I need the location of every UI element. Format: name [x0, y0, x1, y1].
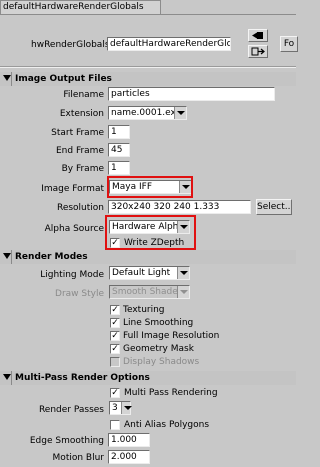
geometry-mask-label: Geometry Mask [123, 344, 194, 354]
texturing-checkbox[interactable]: ✓ [110, 305, 120, 315]
section-divider [11, 250, 12, 264]
display-shadows-label: Display Shadows [123, 357, 200, 367]
section-render-modes[interactable]: Render Modes [0, 250, 296, 264]
arrow-in-icon [252, 32, 263, 39]
load-attributes-button[interactable] [248, 29, 268, 42]
section-multi-pass-render-options[interactable]: Multi-Pass Render Options [0, 371, 296, 385]
extension-value: name.0001.ext [111, 108, 180, 118]
render-passes-value: 3 [112, 403, 118, 413]
section-title: Multi-Pass Render Options [15, 373, 150, 383]
section-divider [11, 371, 12, 385]
collapse-triangle-icon[interactable] [3, 374, 11, 380]
extension-dropdown[interactable]: name.0001.ext [108, 106, 187, 120]
full-image-resolution-checkbox[interactable]: ✓ [110, 331, 120, 341]
by-frame-label: By Frame [61, 164, 104, 174]
chevron-down-icon [121, 402, 132, 414]
draw-style-dropdown: Smooth Shaded [109, 285, 190, 299]
collapse-triangle-icon[interactable] [3, 75, 11, 81]
tab-strip: defaultHardwareRenderGlobals [0, 0, 296, 14]
geometry-mask-checkbox[interactable]: ✓ [110, 344, 120, 354]
anti-alias-polygons-label: Anti Alias Polygons [124, 420, 210, 430]
resolution-select-button[interactable]: Select... [256, 199, 292, 215]
anti-alias-polygons-checkbox[interactable] [110, 420, 120, 430]
edge-smoothing-label: Edge Smoothing [29, 436, 104, 446]
focus-button[interactable]: Fo [280, 36, 298, 52]
section-image-output-files[interactable]: Image Output Files [0, 72, 296, 86]
section-title: Image Output Files [15, 74, 112, 84]
draw-style-value: Smooth Shaded [112, 287, 184, 297]
end-frame-label: End Frame [55, 146, 104, 156]
end-frame-field[interactable]: 45 [108, 143, 130, 157]
extension-label: Extension [59, 109, 104, 119]
highlight-box [107, 176, 193, 198]
divider [0, 67, 296, 68]
resolution-field[interactable]: 320x240 320 240 1.333 [108, 200, 251, 214]
lighting-mode-label: Lighting Mode [40, 270, 104, 280]
node-name-field[interactable]: defaultHardwareRenderGlobals [107, 37, 231, 51]
lighting-mode-value: Default Light [112, 268, 171, 278]
edge-smoothing-field[interactable]: 1.000 [108, 433, 150, 447]
copy-tab-button[interactable] [248, 45, 268, 58]
render-passes-dropdown[interactable]: 3 [109, 401, 132, 415]
motion-blur-label: Motion Blur [52, 453, 104, 463]
resolution-label: Resolution [56, 203, 104, 213]
render-passes-label: Render Passes [38, 405, 104, 415]
start-frame-field[interactable]: 1 [108, 125, 130, 139]
lighting-mode-dropdown[interactable]: Default Light [109, 266, 190, 280]
tab-divider [0, 14, 296, 15]
texturing-label: Texturing [123, 305, 165, 315]
tab-default-hardware-render-globals[interactable]: defaultHardwareRenderGlobals [0, 0, 161, 14]
multi-pass-rendering-label: Multi Pass Rendering [124, 388, 218, 398]
draw-style-label: Draw Style [55, 289, 104, 299]
line-smoothing-checkbox[interactable]: ✓ [110, 318, 120, 328]
alpha-source-label: Alpha Source [44, 224, 104, 234]
chevron-down-icon [177, 267, 189, 279]
line-smoothing-label: Line Smoothing [123, 318, 194, 328]
start-frame-label: Start Frame [51, 128, 104, 138]
multi-pass-rendering-checkbox[interactable]: ✓ [110, 388, 120, 398]
full-image-resolution-label: Full Image Resolution [123, 331, 220, 341]
motion-blur-field[interactable]: 2.000 [108, 450, 150, 464]
arrow-out-icon [251, 47, 265, 56]
highlight-box [105, 215, 196, 250]
filename-label: Filename [63, 90, 104, 100]
section-divider [11, 72, 12, 86]
chevron-down-icon [174, 107, 186, 119]
image-format-label: Image Format [41, 184, 104, 194]
chevron-down-icon [177, 286, 189, 298]
collapse-triangle-icon[interactable] [3, 253, 11, 259]
by-frame-field[interactable]: 1 [108, 161, 130, 175]
display-shadows-checkbox [110, 357, 120, 367]
node-label: hwRenderGlobals: [31, 40, 113, 50]
section-title: Render Modes [15, 252, 88, 262]
filename-field[interactable]: particles [108, 87, 275, 101]
